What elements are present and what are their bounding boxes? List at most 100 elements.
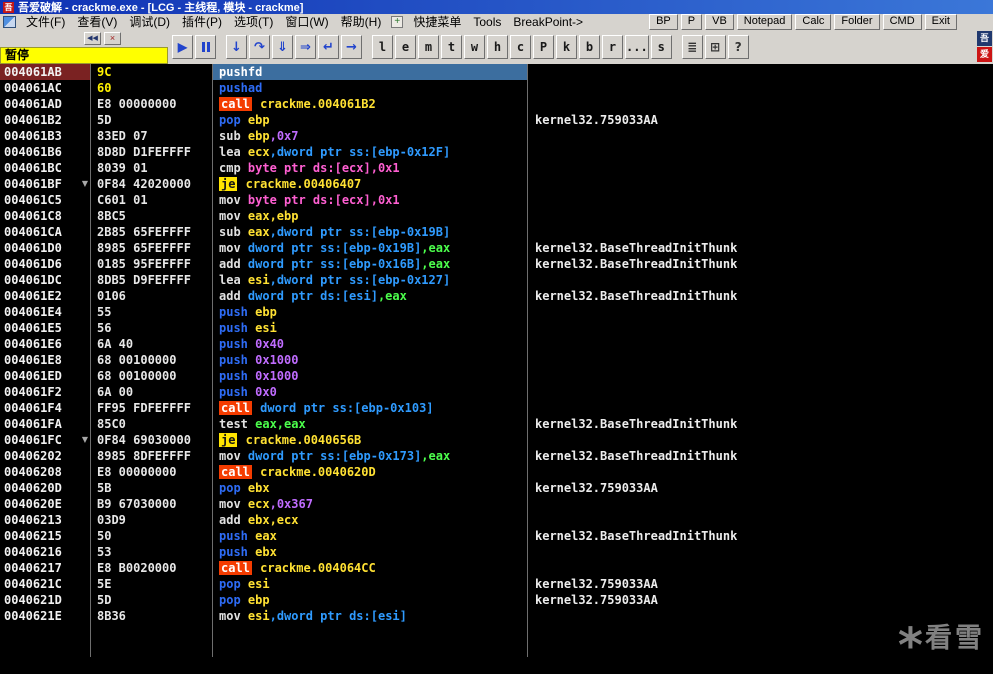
ins-seg: pop (219, 481, 248, 495)
panel-button-run-trace[interactable]: ... (625, 35, 649, 59)
disasm-row[interactable]: 0040620D 5B pop ebx kernel32.759033AA (0, 480, 993, 496)
toolbar-logo-bottom-icon[interactable]: 爱 (977, 47, 992, 62)
disasm-row[interactable]: 004061B3 83ED 07 sub ebp,0x7 (0, 128, 993, 144)
ins-seg: sub (219, 129, 248, 143)
disasm-row[interactable]: 00406208 E8 00000000 call crackme.0040620D (0, 464, 993, 480)
disasm-row[interactable]: 00406216 53 push ebx (0, 544, 993, 560)
toolbar-animate-over-button[interactable]: ⇒ (295, 35, 316, 59)
panel-button-breakpoints[interactable]: b (579, 35, 600, 59)
disasm-row[interactable]: 00406202 8985 8DFEFFFF mov dword ptr ss:[e… (0, 448, 993, 464)
panel-button-references[interactable]: r (602, 35, 623, 59)
mdi-system-icon[interactable] (3, 16, 16, 28)
disasm-row[interactable]: 004061E4 55 push ebp (0, 304, 993, 320)
disasm-row[interactable]: 0040621E 8B36 mov esi,dword ptr ds:[esi] (0, 608, 993, 624)
disasm-row[interactable]: 004061ED 68 00100000 push 0x1000 (0, 368, 993, 384)
disasm-row[interactable]: 004061FC ▼ 0F84 69030000 je crackme.0040656… (0, 432, 993, 448)
disasm-row[interactable]: 004061D0 8985 65FEFFFF mov dword ptr ss:[e… (0, 240, 993, 256)
menu-button-bp[interactable]: BP (649, 14, 678, 30)
menu-button-cmd[interactable]: CMD (882, 14, 922, 30)
toolbar-goto-button[interactable]: → (341, 35, 362, 59)
menu-button-calc[interactable]: Calc (795, 14, 832, 30)
menu-debug[interactable]: 调试(D) (123, 14, 176, 30)
menu-button-vb[interactable]: VB (705, 14, 734, 30)
toolbar-help-panel-button[interactable]: ? (727, 35, 749, 59)
disasm-row[interactable]: 004061AC 60 pushad (0, 80, 993, 96)
menu-window[interactable]: 窗口(W) (279, 14, 334, 30)
panel-button-memory-map[interactable]: m (418, 35, 439, 59)
run-button[interactable]: ▶ (172, 35, 193, 59)
panel-button-log[interactable]: l (372, 35, 393, 59)
address-cell: 004061C8 (4, 209, 62, 223)
address-cell: 0040621C (4, 577, 62, 591)
disasm-row[interactable]: 004061DC 8DB5 D9FEFFFF lea esi,dword ptr s… (0, 272, 993, 288)
disasm-row[interactable]: 00406215 50 push eax kernel32.BaseThreadIni… (0, 528, 993, 544)
menu-view[interactable]: 查看(V) (71, 14, 123, 30)
disasm-row[interactable]: 004061C8 8BC5 mov eax,ebp (0, 208, 993, 224)
disasm-row[interactable]: 004061F2 6A 00 push 0x0 (0, 384, 993, 400)
panel-button-call-stack[interactable]: k (556, 35, 577, 59)
address-cell: 004061ED (4, 369, 62, 383)
disasm-row[interactable]: 004061AB 9C pushfd (0, 64, 993, 80)
instruction-cell: je crackme.00406407 (213, 176, 528, 192)
toolbar-step-into-button[interactable]: ↓ (226, 35, 247, 59)
toolbar-logo-top-icon[interactable]: 吾 (977, 31, 992, 46)
menu-button-p[interactable]: P (680, 14, 703, 30)
menu-options[interactable]: 选项(T) (228, 14, 279, 30)
menu-help[interactable]: 帮助(H) (335, 14, 388, 30)
disasm-row[interactable]: 004061C5 C601 01 mov byte ptr ds:[ecx],0x1 (0, 192, 993, 208)
toolbar-step-over-button[interactable]: ↷ (249, 35, 270, 59)
panel-button-executable-modules[interactable]: e (395, 35, 416, 59)
toolbar-close-button[interactable]: × (104, 32, 121, 45)
title-bar[interactable]: 吾 吾爱破解 - crackme.exe - [LCG - 主线程, 模块 - … (0, 0, 993, 14)
disasm-row[interactable]: 004061AD E8 00000000 call crackme.004061B2 (0, 96, 993, 112)
disasm-row[interactable]: 004061B6 8D8D D1FEFFFF lea ecx,dword ptr s… (0, 144, 993, 160)
disasm-row[interactable]: 0040620E B9 67030000 mov ecx,0x367 (0, 496, 993, 512)
column-separator[interactable] (90, 64, 91, 657)
disasm-row[interactable]: 004061F4 FF95 FDFEFFFF call dword ptr ss:[… (0, 400, 993, 416)
address-cell: 004061F4 (4, 401, 62, 415)
menu-button-notepad[interactable]: Notepad (736, 14, 793, 30)
menu-file[interactable]: 文件(F) (20, 14, 71, 30)
column-separator[interactable] (527, 64, 528, 657)
ins-seg: call (219, 465, 252, 479)
disasm-row[interactable]: 00406217 E8 B0020000 call crackme.004064CC (0, 560, 993, 576)
menu-tools[interactable]: Tools (467, 14, 507, 30)
disasm-row[interactable]: 004061FA 85C0 test eax,eax kernel32.BaseThr… (0, 416, 993, 432)
menu-plugins[interactable]: 插件(P) (176, 14, 228, 30)
ins-seg: call (219, 401, 252, 415)
pause-button[interactable] (195, 35, 216, 59)
panel-button-source[interactable]: s (650, 35, 672, 59)
disasm-row[interactable]: 004061CA 2B85 65FEFFFF sub eax,dword ptr s… (0, 224, 993, 240)
menu-breakpoint[interactable]: BreakPoint-> (507, 14, 589, 30)
disasm-row[interactable]: 00406213 03D9 add ebx,ecx (0, 512, 993, 528)
disasm-row[interactable]: 004061E2 0106 add dword ptr ds:[esi],eax ke… (0, 288, 993, 304)
panel-button-patches[interactable]: P (533, 35, 554, 59)
toolbar-until-return-button[interactable]: ↵ (318, 35, 339, 59)
toolbar-restart-button[interactable]: ◀◀ (84, 32, 101, 45)
disasm-row[interactable]: 004061D6 0185 95FEFFFF add dword ptr ss:[e… (0, 256, 993, 272)
disasm-row[interactable]: 004061BF ▼ 0F84 42020000 je crackme.0040640… (0, 176, 993, 192)
ins-seg: dword ptr ss:[ebp-0x173] (247, 449, 422, 463)
disasm-row[interactable]: 004061E6 6A 40 push 0x40 (0, 336, 993, 352)
disasm-row[interactable]: 004061E8 68 00100000 push 0x1000 (0, 352, 993, 368)
toolbar-options-panel-button[interactable]: ≣ (681, 35, 703, 59)
instruction-cell: call crackme.004061B2 (213, 96, 528, 112)
comment-cell: kernel32.759033AA (535, 593, 658, 607)
bytes-cell: 68 00100000 (97, 369, 177, 383)
plus-icon[interactable]: + (391, 16, 404, 28)
menu-button-folder[interactable]: Folder (834, 14, 880, 30)
disasm-row[interactable]: 0040621C 5E pop esi kernel32.759033AA (0, 576, 993, 592)
panel-button-windows[interactable]: w (464, 35, 485, 59)
panel-button-cpu[interactable]: c (510, 35, 531, 59)
disasm-row[interactable]: 004061B2 5D pop ebp kernel32.759033AA (0, 112, 993, 128)
disasm-row[interactable]: 004061BC 8039 01 cmp byte ptr ds:[ecx],0x1 (0, 160, 993, 176)
menu-button-exit[interactable]: Exit (924, 14, 957, 30)
disasm-row[interactable]: 0040621D 5D pop ebp kernel32.759033AA (0, 592, 993, 608)
toolbar-windows-panel-button[interactable]: ⊞ (704, 35, 726, 59)
toolbar-animate-into-button[interactable]: ⇓ (272, 35, 293, 59)
panel-button-threads[interactable]: t (441, 35, 462, 59)
column-separator[interactable] (212, 64, 213, 657)
disasm-row[interactable]: 004061E5 56 push esi (0, 320, 993, 336)
menu-shortcut-menu[interactable]: 快捷菜单 (407, 14, 467, 30)
panel-button-handles[interactable]: h (487, 35, 508, 59)
